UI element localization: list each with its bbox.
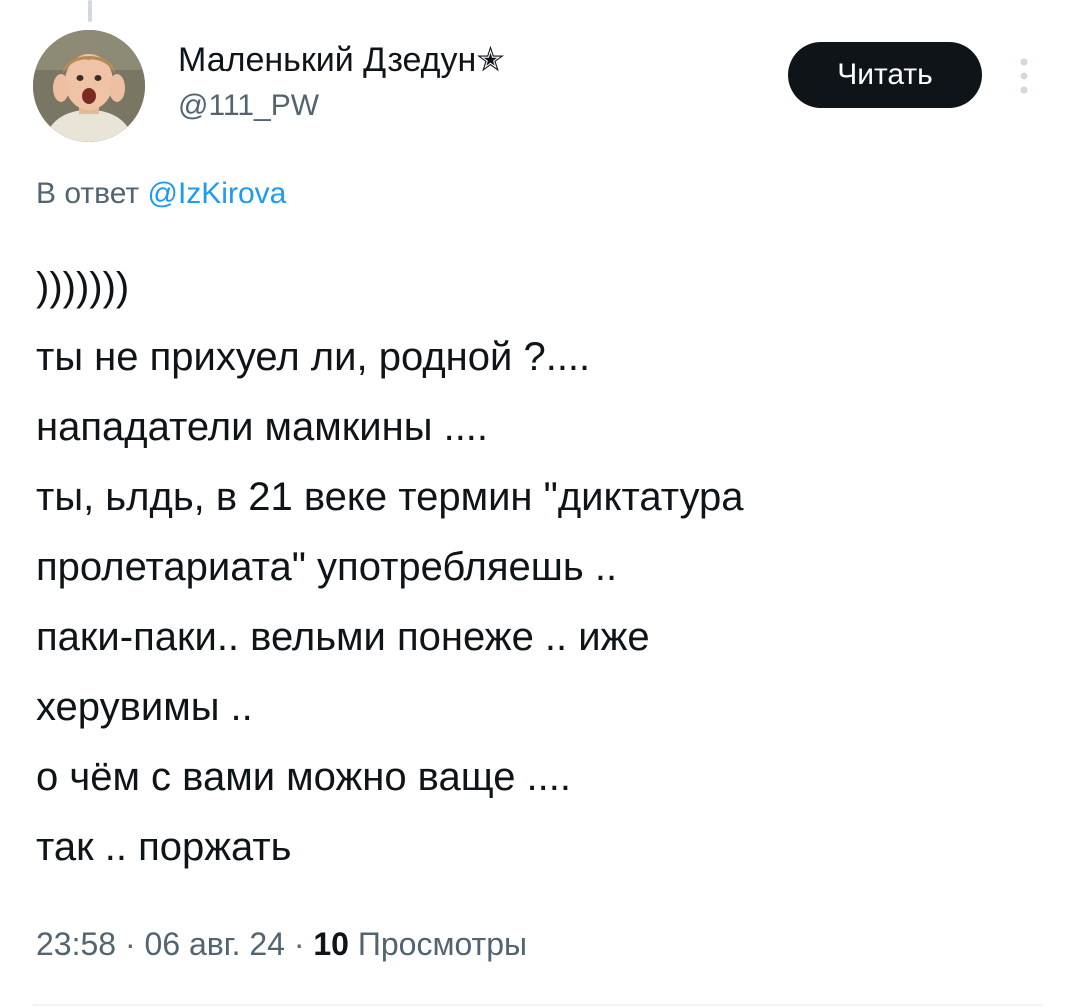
tweet-line: херувимы .. — [36, 685, 253, 729]
thread-connector-line — [88, 0, 92, 22]
tweet-line: ))))))) — [36, 265, 130, 309]
author-display-name[interactable]: Маленький Дзедун✭ — [178, 38, 505, 82]
meta-separator: · — [116, 926, 145, 962]
tweet-line: о чём с вами можно ваще .... — [36, 755, 571, 799]
follow-button[interactable]: Читать — [788, 42, 982, 108]
divider — [33, 1004, 1043, 1006]
tweet-text: ))))))) ты не прихуел ли, родной ?.... н… — [36, 252, 1046, 882]
reply-prefix: В ответ — [36, 177, 140, 210]
tweet-line: нападатели мамкины .... — [36, 405, 489, 449]
tweet-line: пролетариата" употребляешь .. — [36, 545, 618, 589]
avatar[interactable] — [33, 30, 145, 142]
views-label[interactable]: Просмотры — [358, 926, 527, 962]
reply-mention-link[interactable]: @IzKirova — [147, 177, 286, 210]
more-vertical-icon[interactable] — [1012, 56, 1036, 96]
tweet-line: паки-паки.. вельми понеже .. иже — [36, 615, 650, 659]
tweet-date[interactable]: 06 авг. 24 — [145, 926, 285, 962]
tweet-line: ты, ьлдь, в 21 веке термин "диктатура — [36, 475, 744, 519]
tweet-line: так .. поржать — [36, 825, 292, 869]
author-handle[interactable]: @111_PW — [178, 86, 319, 126]
avatar-photo-icon — [33, 30, 145, 142]
tweet-meta: 23:58 · 06 авг. 24 · 10 Просмотры — [36, 920, 527, 968]
tweet-time[interactable]: 23:58 — [36, 926, 116, 962]
meta-separator: · — [284, 926, 314, 962]
reply-context: В ответ @IzKirova — [36, 172, 286, 216]
views-count[interactable]: 10 — [313, 926, 349, 962]
tweet-line: ты не прихуел ли, родной ?.... — [36, 335, 591, 379]
